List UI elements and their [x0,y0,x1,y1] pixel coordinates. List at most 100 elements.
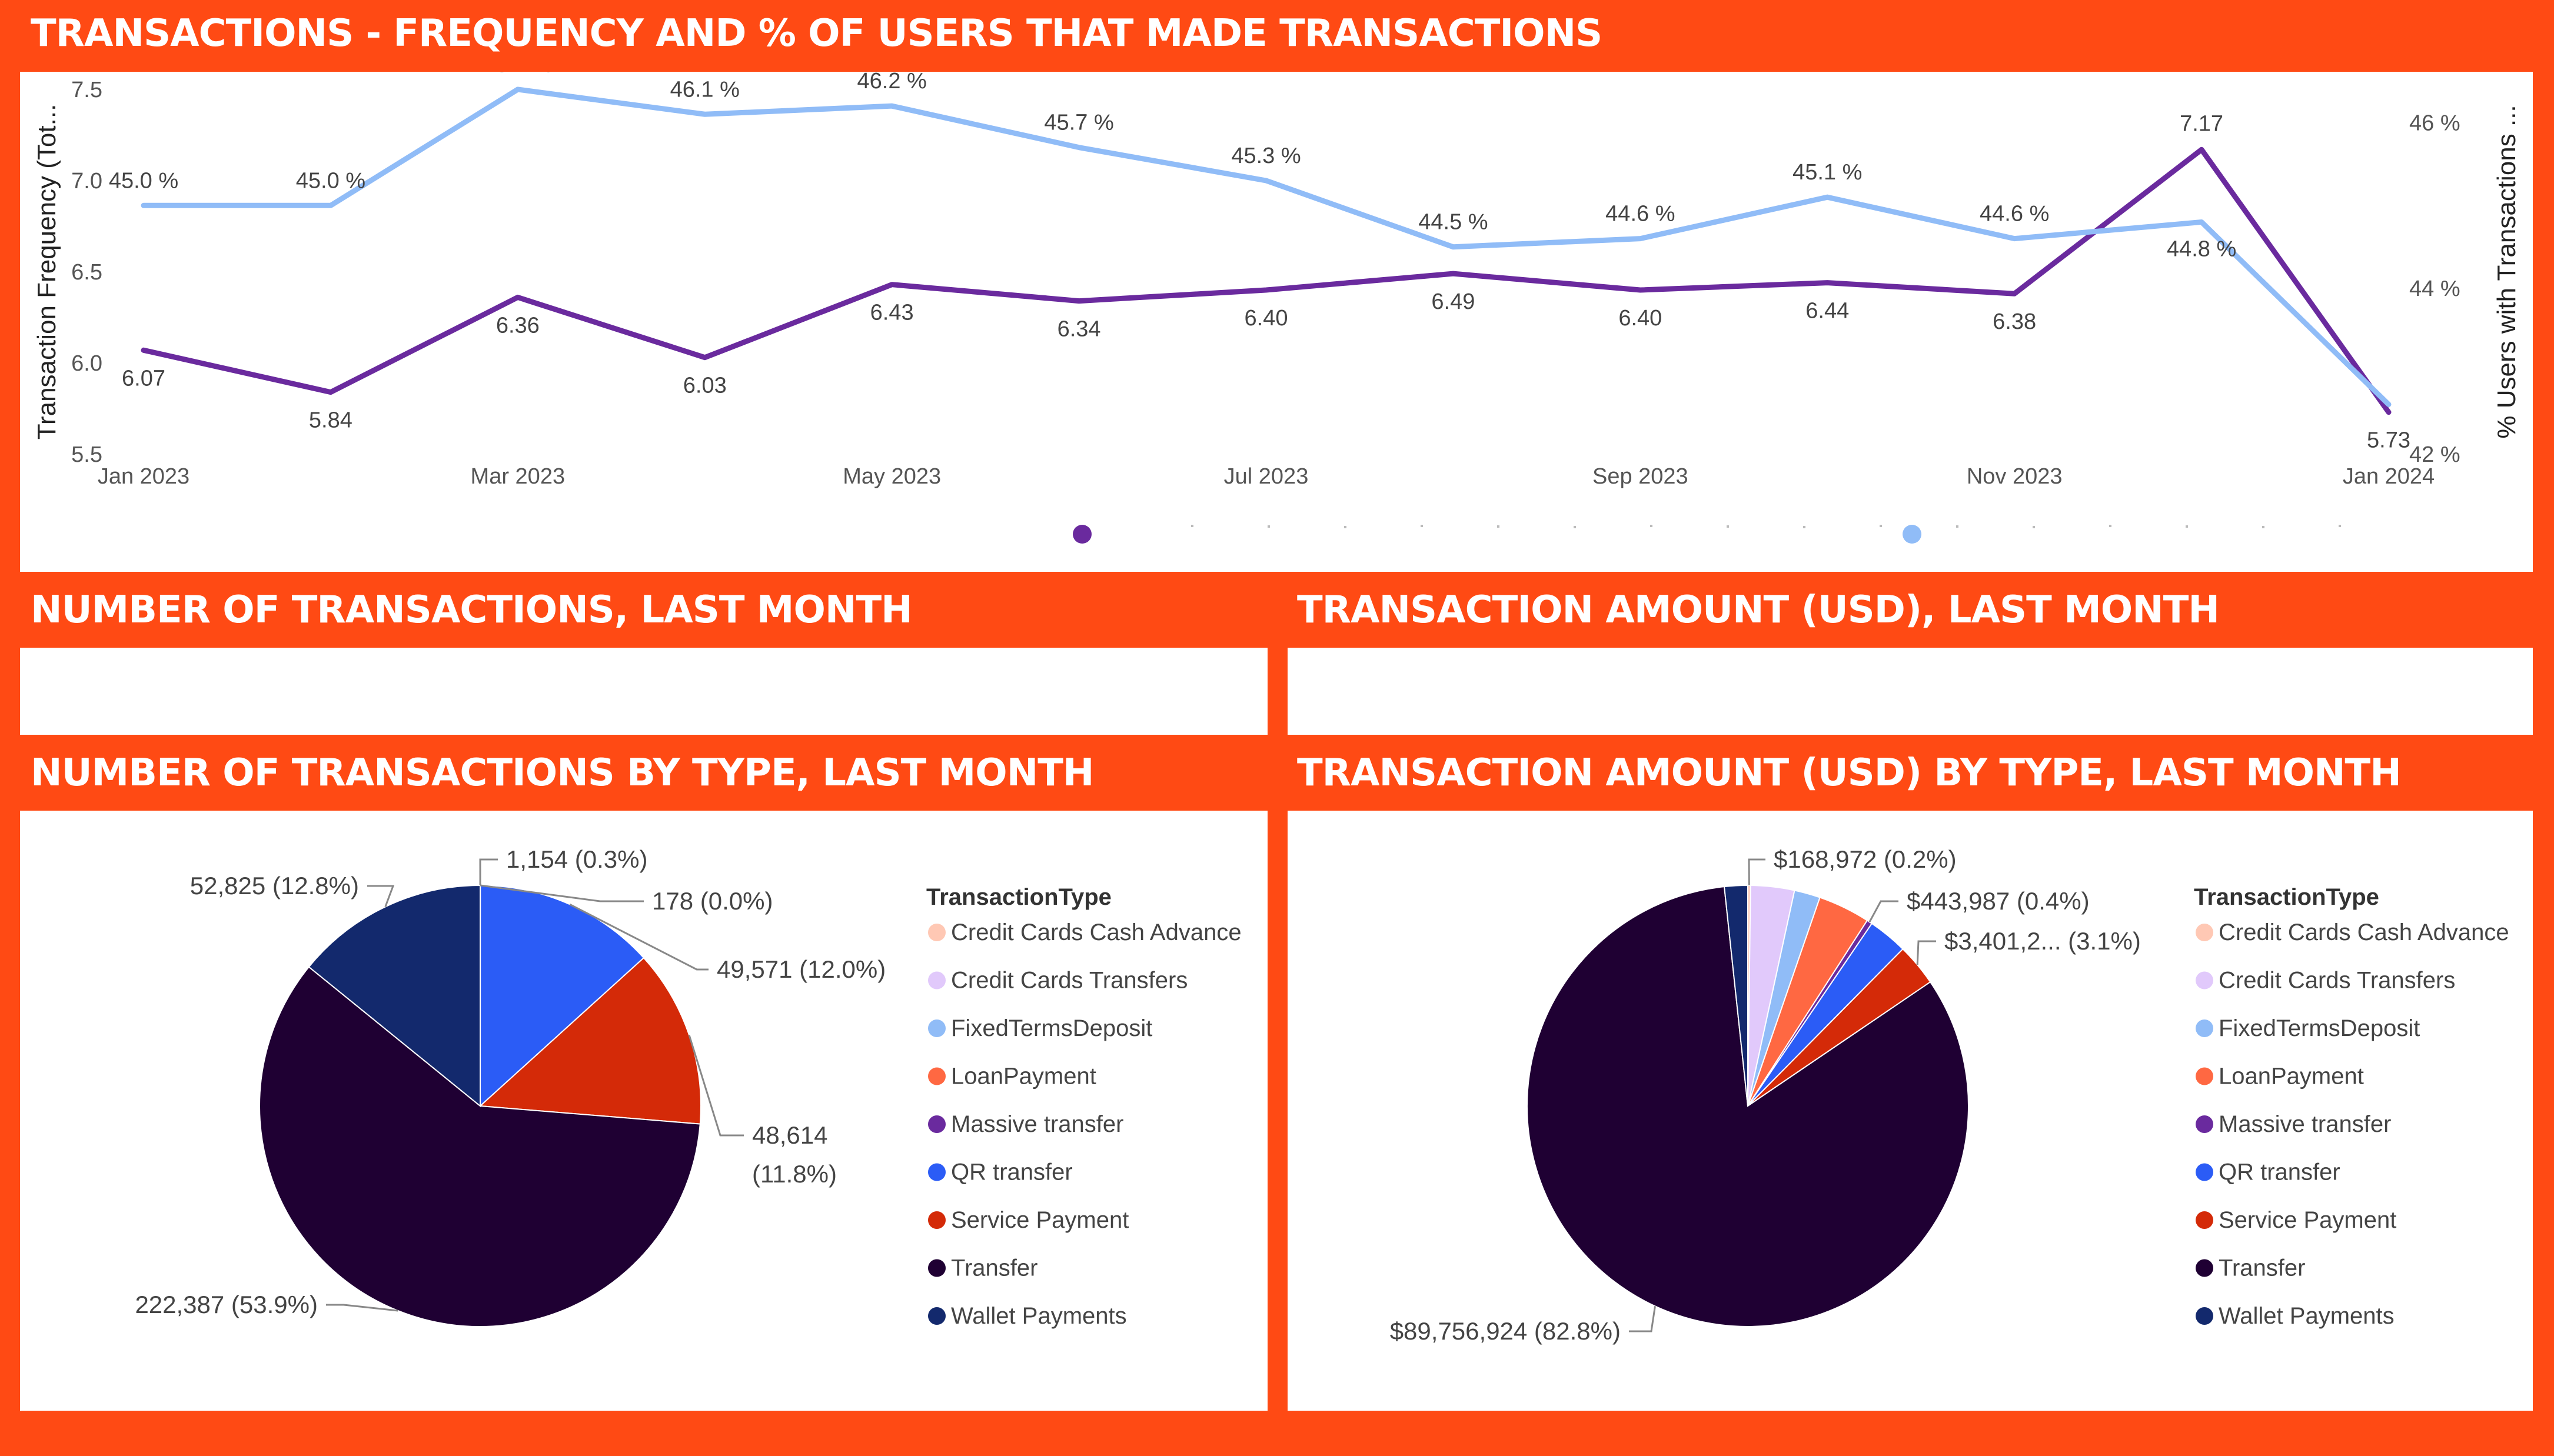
pie-data-label: 52,825 (12.8%) [190,872,359,899]
legend-marker [928,1019,946,1037]
frequency-data-label: 6.40 [1245,306,1288,331]
legend-faint-mark [2186,525,2188,528]
y-tick-label: 7.0 [71,169,102,194]
count-pie-panel: 1,154 (0.3%) 178 (0.0%) 49,571 (12.0%) 48,6… [20,811,1268,1411]
y-axis-title: Transaction Frequency (Tot... [32,104,61,440]
legend-faint-mark [1344,526,1346,528]
legend-marker [2196,1307,2213,1325]
pie-data-label: $3,401,2... (3.1%) [1944,927,2141,955]
legend-item: Transfer [951,1255,1037,1281]
legend-marker [928,1067,946,1085]
legend-faint-mark [1650,525,1652,527]
pie-leader-line [1748,858,1765,886]
legend-faint-mark [1880,525,1882,527]
count-last-month-card [20,648,1268,735]
legend-item: Credit Cards Cash Advance [951,919,1242,945]
line-chart-panel: 5.5 6.0 6.5 7.0 7.5 42 % 44 % 46 % Jan 2023 Mar 2… [20,52,2533,572]
legend-item: FixedTermsDeposit [951,1015,1152,1041]
legend-faint-mark [1421,525,1423,527]
legend-marker [2196,1211,2213,1229]
frequency-data-label: 5.73 [2367,428,2410,453]
pie-data-label: 178 (0.0%) [652,887,773,915]
amount-last-month-title: TRANSACTION AMOUNT (USD), LAST MONTH [1297,588,2220,632]
pie-leader-line [479,858,498,886]
legend-faint-mark [2262,526,2264,528]
legend-item: Wallet Payments [951,1303,1127,1329]
legend-faint-mark [2033,526,2035,528]
legend-faint-mark [2109,525,2111,527]
pct-users-data-label: 46.1 % [670,77,740,102]
y-tick-label: 7.5 [71,78,102,102]
pie-data-label: $168,972 (0.2%) [1774,845,1957,873]
pie-data-label: 1,154 (0.3%) [506,845,647,873]
count-by-type-title: NUMBER OF TRANSACTIONS BY TYPE, LAST MON… [31,751,1094,795]
amount-last-month-card [1288,648,2533,735]
pie-leader-line [1629,1306,1656,1332]
pct-users-data-label: 46.4 % [483,72,553,77]
frequency-data-label: 6.03 [683,374,727,398]
legend-marker [928,924,946,941]
pie-data-label: (11.8%) [752,1160,837,1188]
legend-item: Service Payment [951,1207,1129,1233]
y2-tick-label: 42 % [2409,442,2460,467]
pie-data-label: $443,987 (0.4%) [1907,887,2090,915]
legend-faint-mark [2339,525,2341,527]
frequency-data-label: 6.43 [870,301,914,325]
legend-faint-mark [1574,526,1576,528]
pie-data-label: $89,756,924 (82.8%) [1390,1317,1621,1345]
legend-item: LoanPayment [951,1064,1096,1089]
pie-leader-line [1868,900,1898,922]
pct-users-line [141,86,2392,407]
line-chart-title: TRANSACTIONS - FREQUENCY AND % OF USERS … [31,12,1602,55]
legend-faint-mark [1191,525,1193,527]
legend-faint-mark [1956,525,1958,528]
legend-title: TransactionType [2194,884,2379,910]
frequency-line [141,146,2392,415]
frequency-data-label: 6.44 [1805,299,1849,324]
pct-users-data-label: 44.5 % [1418,210,1488,235]
frequency-legend-marker [1073,525,1092,544]
legend-marker [2196,924,2213,941]
legend-marker [2196,1259,2213,1277]
legend-marker [2196,1163,2213,1181]
x-tick-label: Sep 2023 [1592,464,1688,489]
legend-item: QR transfer [951,1160,1073,1185]
legend-faint-mark [1727,525,1729,528]
legend-item: Transfer [2219,1255,2305,1281]
legend-faint-mark [1268,525,1270,528]
pct-users-data-label: 45.7 % [1044,111,1113,135]
y-tick-label: 6.0 [71,351,102,376]
pie-leader-line [1916,940,1936,965]
legend-marker [928,1307,946,1325]
frequency-data-label: 6.34 [1057,317,1101,342]
x-tick-label: May 2023 [843,464,941,489]
y2-tick-label: 46 % [2409,111,2460,135]
legend-marker [2196,1019,2213,1037]
legend-item: Wallet Payments [2219,1303,2395,1329]
pct-users-data-label: 44.6 % [1605,202,1675,226]
legend-faint-mark [1803,526,1805,528]
frequency-data-label: 6.07 [122,366,165,391]
x-tick-label: Jul 2023 [1224,464,1309,489]
legend-item: Credit Cards Cash Advance [2219,919,2509,945]
line-chart[interactable]: 5.5 6.0 6.5 7.0 7.5 42 % 44 % 46 % Jan 2023 Mar 2… [20,52,2533,572]
frequency-data-label: 6.40 [1618,306,1662,331]
legend-marker [928,1211,946,1229]
frequency-data-label: 7.17 [2180,111,2223,136]
legend-faint-mark [1497,525,1499,528]
pct-users-data-label: 45.1 % [1793,160,1862,185]
amount-pie-chart[interactable]: $168,972 (0.2%) $443,987 (0.4%) $3,401,2..… [1288,811,2533,1411]
y2-tick-label: 44 % [2409,276,2460,301]
legend-item: LoanPayment [2219,1064,2364,1089]
pie-data-label: 49,571 (12.0%) [717,955,886,983]
count-pie-chart[interactable]: 1,154 (0.3%)178 (0.0%) 49,571 (12.0%) 48,6… [20,811,1268,1411]
y-tick-label: 5.5 [71,442,102,467]
legend-marker [928,1115,946,1133]
y2-axis-title: % Users with Transactions ... [2492,105,2521,438]
legend-item: Massive transfer [2219,1111,2391,1137]
legend-marker [928,1163,946,1181]
legend-item: FixedTermsDeposit [2219,1015,2420,1041]
frequency-data-label: 6.49 [1431,289,1475,314]
legend-title: TransactionType [926,884,1112,910]
legend-marker [2196,971,2213,989]
